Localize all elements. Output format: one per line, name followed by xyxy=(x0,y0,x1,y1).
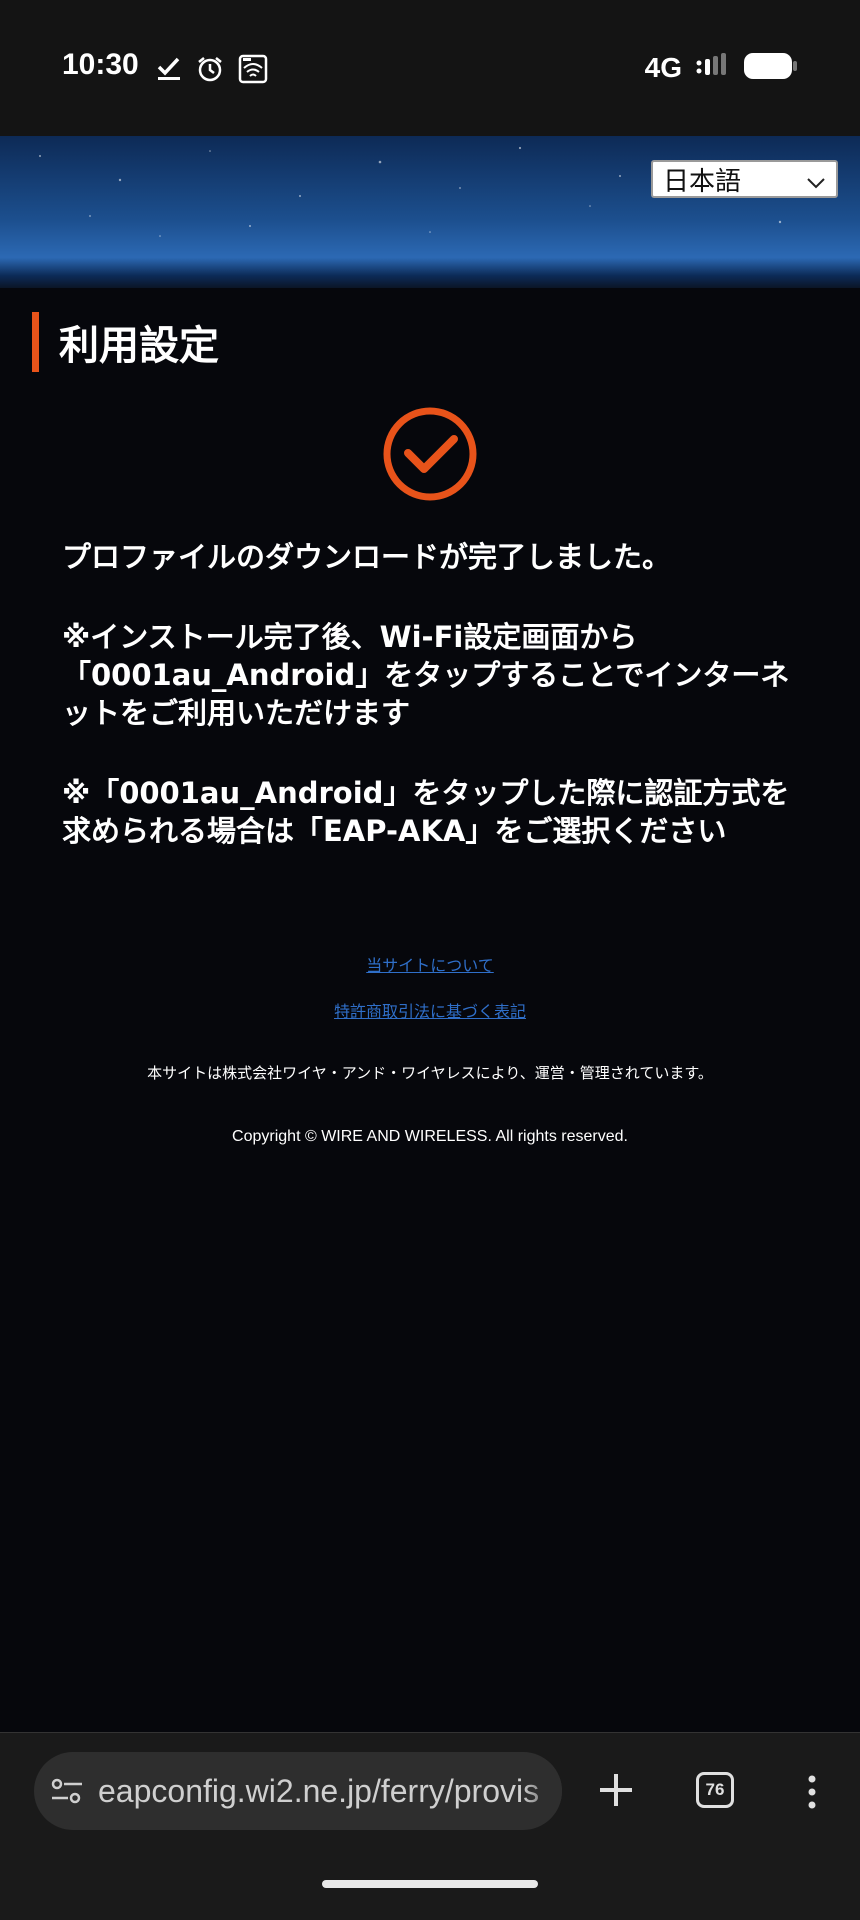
auth-method-note: ※「0001au_Android」をタップした際に認証方式を求められる場合は「E… xyxy=(62,776,790,848)
operator-note: 本サイトは株式会社ワイヤ・アンド・ワイヤレスにより、運営・管理されています。 xyxy=(147,1064,713,1082)
title-accent-bar xyxy=(32,312,39,372)
about-site-link[interactable]: 当サイトについて xyxy=(0,952,860,976)
language-select-value: 日本語 xyxy=(663,166,742,197)
page-title-block: 利用設定 xyxy=(32,312,219,372)
wifi-calling-icon xyxy=(238,54,268,88)
url-text: eapconfig.wi2.ne.jp/ferry/provis xyxy=(98,1773,540,1809)
install-note: ※インストール完了後、Wi-Fi設定画面から「0001au_Android」をタ… xyxy=(62,620,790,730)
network-type: 4G xyxy=(644,52,682,83)
header-banner xyxy=(0,136,860,288)
new-tab-plus-icon[interactable] xyxy=(594,1768,638,1812)
legal-notice-link[interactable]: 特許商取引法に基づく表記 xyxy=(0,998,860,1022)
tab-switcher-button[interactable]: 76 xyxy=(696,1772,734,1808)
alarm-icon xyxy=(196,55,224,87)
address-bar[interactable]: eapconfig.wi2.ne.jp/ferry/provis xyxy=(34,1752,562,1830)
page-title: 利用設定 xyxy=(59,323,219,369)
success-message: プロファイルのダウンロードが完了しました。 xyxy=(62,540,672,574)
battery-icon xyxy=(744,53,798,83)
site-settings-icon[interactable] xyxy=(50,1776,84,1810)
status-time: 10:30 xyxy=(62,48,139,81)
tab-count: 76 xyxy=(705,1780,725,1799)
home-indicator[interactable] xyxy=(322,1880,538,1888)
check-circle-icon xyxy=(382,406,478,502)
check-download-icon xyxy=(156,56,182,86)
copyright-text: Copyright © WIRE AND WIRELESS. All right… xyxy=(232,1128,628,1145)
status-bar: 10:30 4G xyxy=(0,0,860,136)
chevron-down-icon xyxy=(806,170,826,200)
signal-icon xyxy=(696,53,730,83)
language-select[interactable]: 日本語 xyxy=(651,160,838,198)
more-menu-icon[interactable] xyxy=(804,1774,820,1810)
